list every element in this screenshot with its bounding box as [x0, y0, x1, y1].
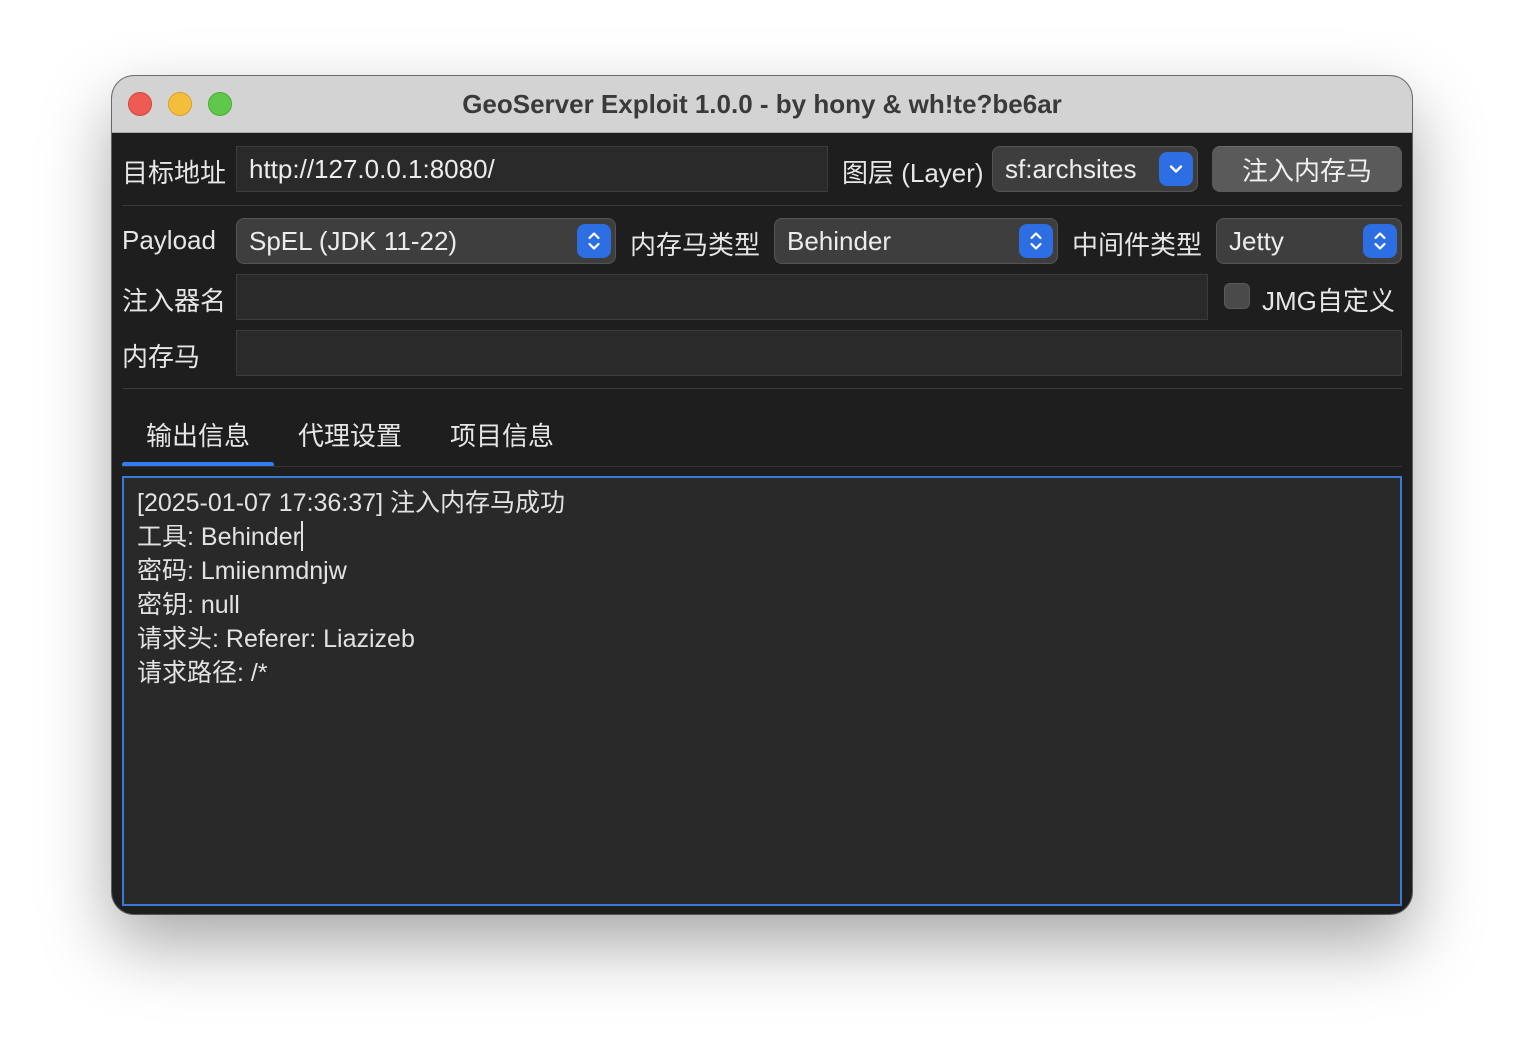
payload-select-value: SpEL (JDK 11-22): [249, 225, 458, 256]
layer-select-value: sf:archsites: [1005, 153, 1137, 184]
injector-name-input[interactable]: [236, 274, 1208, 320]
updown-chevron-icon: [1363, 224, 1397, 258]
divider-top: [122, 205, 1402, 206]
updown-chevron-icon: [577, 224, 611, 258]
tab-output[interactable]: 输出信息: [146, 416, 250, 453]
output-line: 请求头: Referer: Liazizeb: [137, 625, 415, 653]
output-line: 密钥: null: [137, 591, 240, 619]
shell-type-select[interactable]: Behinder: [774, 218, 1058, 264]
middleware-select[interactable]: Jetty: [1216, 218, 1402, 264]
tab-project-info[interactable]: 项目信息: [450, 416, 554, 453]
target-url-label: 目标地址: [122, 158, 227, 188]
payload-select[interactable]: SpEL (JDK 11-22): [236, 218, 616, 264]
payload-label: Payload: [122, 225, 216, 255]
jmg-custom-label: JMG自定义: [1262, 286, 1395, 316]
inject-shell-button[interactable]: 注入内存马: [1212, 146, 1402, 192]
target-url-input[interactable]: http://127.0.0.1:8080/: [236, 146, 828, 192]
middleware-label: 中间件类型: [1072, 230, 1203, 260]
shell-input[interactable]: [236, 330, 1402, 376]
app-window: GeoServer Exploit 1.0.0 - by hony & wh!t…: [112, 76, 1412, 914]
injector-name-label: 注入器名: [122, 286, 227, 316]
layer-select[interactable]: sf:archsites: [992, 146, 1198, 192]
layer-label: 图层 (Layer): [842, 158, 984, 188]
shell-label: 内存马: [122, 342, 201, 372]
shell-type-label: 内存马类型: [630, 230, 761, 260]
output-textarea[interactable]: [2025-01-07 17:36:37] 注入内存马成功 工具: Behind…: [122, 476, 1402, 906]
shell-type-select-value: Behinder: [787, 225, 892, 256]
tab-bar-divider: [122, 466, 1402, 467]
output-line-text: 工具: Behinder: [137, 523, 301, 551]
updown-chevron-icon: [1019, 224, 1053, 258]
title-bar: GeoServer Exploit 1.0.0 - by hony & wh!t…: [112, 76, 1412, 133]
middleware-select-value: Jetty: [1229, 225, 1284, 256]
output-line: 工具: Behinder: [137, 520, 1387, 554]
tab-proxy-settings[interactable]: 代理设置: [298, 416, 402, 453]
text-cursor: [300, 521, 303, 551]
window-title: GeoServer Exploit 1.0.0 - by hony & wh!t…: [462, 89, 1062, 119]
divider-middle: [122, 388, 1402, 389]
output-line: 密码: Lmiienmdnjw: [137, 557, 347, 585]
jmg-custom-checkbox[interactable]: [1224, 283, 1250, 309]
output-line: 请求路径: /*: [137, 659, 268, 687]
chevron-down-icon: [1159, 152, 1193, 186]
output-line: [2025-01-07 17:36:37] 注入内存马成功: [137, 489, 565, 517]
